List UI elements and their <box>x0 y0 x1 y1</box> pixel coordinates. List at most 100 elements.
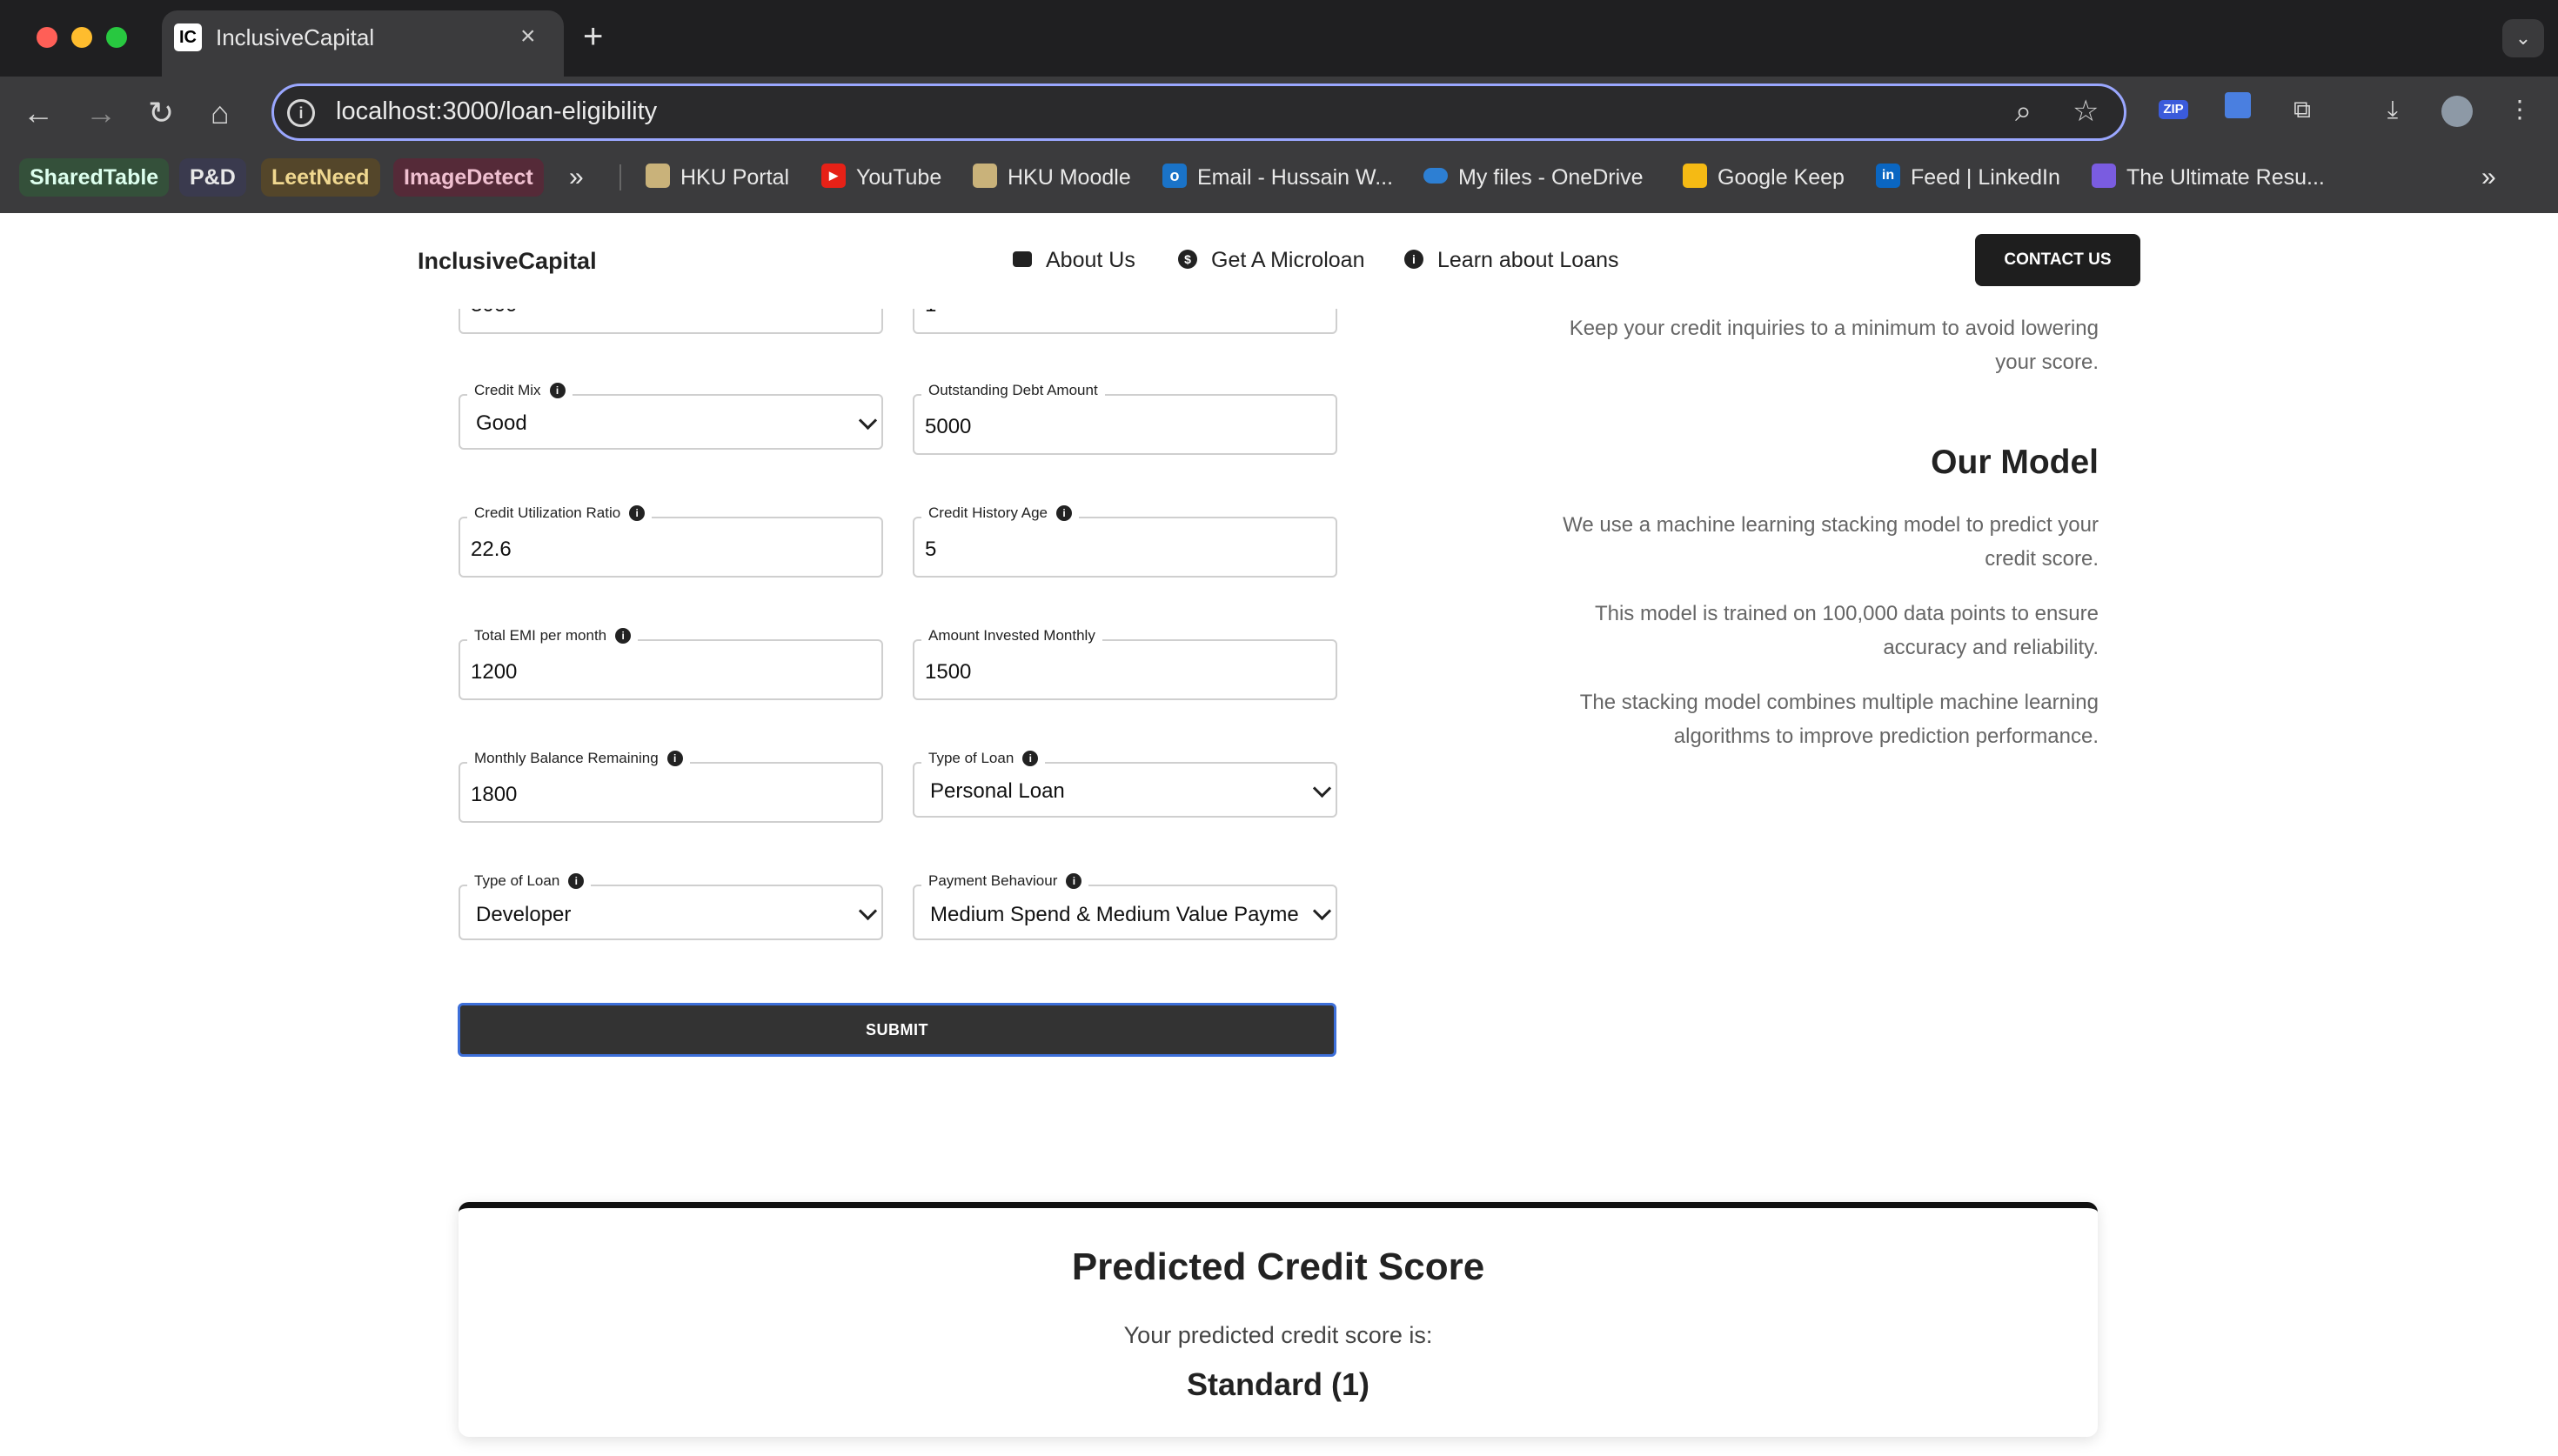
resume-icon <box>2092 164 2116 189</box>
close-window-button[interactable] <box>37 27 57 48</box>
monthly-balance-field[interactable] <box>459 762 883 823</box>
zip-extension-icon[interactable]: ZIP <box>2159 100 2188 119</box>
bookmark-ultimate-resume[interactable]: The Ultimate Resu... <box>2092 158 2325 197</box>
browser-menu-icon[interactable]: ⋮ <box>2502 92 2537 127</box>
tab-favicon-icon: IC <box>174 23 202 51</box>
site-brand[interactable]: InclusiveCapital <box>418 247 597 275</box>
total-emi-label: Total EMI per month i <box>467 627 639 645</box>
bookmark-label: HKU Portal <box>680 165 790 190</box>
nav-about-us[interactable]: About Us <box>1013 245 1135 275</box>
payment-behaviour-value: Medium Spend & Medium Value Paymer <box>930 903 1299 926</box>
result-title: Predicted Credit Score <box>1071 1246 1485 1288</box>
bookmark-label: The Ultimate Resu... <box>2126 165 2325 190</box>
site-info-icon[interactable]: i <box>287 99 315 127</box>
google-keep-icon <box>1683 164 1707 189</box>
model-paragraph: We use a machine learning stacking model… <box>1563 513 2099 571</box>
credit-utilization-label: Credit Utilization Ratio i <box>467 504 653 522</box>
credit-history-age-value: 5 <box>925 538 937 561</box>
outstanding-debt-value: 5000 <box>925 415 972 438</box>
info-icon: i <box>629 504 646 521</box>
bookmark-leetneed[interactable]: LeetNeed <box>261 158 380 197</box>
bookmark-youtube[interactable]: ▶ YouTube <box>821 158 941 197</box>
bookmark-sharedtable[interactable]: SharedTable <box>19 158 170 197</box>
credit-mix-value: Good <box>476 411 527 435</box>
bookmark-hku-portal[interactable]: HKU Portal <box>646 158 789 197</box>
bookmark-label: My files - OneDrive <box>1458 165 1644 190</box>
minimize-window-button[interactable] <box>71 27 92 48</box>
contact-us-button[interactable]: CONTACT US <box>1975 234 2140 286</box>
bookmark-label: Email - Hussain W... <box>1197 165 1394 190</box>
bookmark-divider <box>619 164 621 190</box>
credit-utilization-value: 22.6 <box>471 538 512 561</box>
maximize-window-button[interactable] <box>106 27 127 48</box>
extensions-puzzle-icon[interactable]: ⧉ <box>2285 92 2320 127</box>
back-icon[interactable]: ← <box>23 94 54 132</box>
bookmark-email[interactable]: o Email - Hussain W... <box>1162 158 1393 197</box>
model-paragraph: The stacking model combines multiple mac… <box>1579 691 2099 748</box>
hku-portal-icon <box>646 164 670 189</box>
bookmark-label: HKU Moodle <box>1008 165 1131 190</box>
dollar-icon: $ <box>1178 250 1197 270</box>
credit-history-age-label: Credit History Age i <box>921 504 1079 522</box>
linkedin-icon: in <box>1876 164 1900 189</box>
translate-extension-icon[interactable] <box>2220 92 2255 127</box>
zoom-icon[interactable]: ⌕ <box>2015 94 2032 129</box>
predicted-score-value: Standard (1) <box>1186 1366 1370 1402</box>
forward-icon[interactable]: → <box>85 94 117 132</box>
result-subtitle: Your predicted credit score is: <box>1123 1322 1433 1348</box>
nav-label: About Us <box>1046 248 1135 272</box>
tab-search-icon[interactable]: ⌄ <box>2502 19 2544 57</box>
bookmark-imagedetect[interactable]: ImageDetect <box>393 158 544 197</box>
bookmarks-overflow-right-icon[interactable]: » <box>2481 158 2496 197</box>
info-icon: i <box>568 872 585 889</box>
amount-invested-label: Amount Invested Monthly <box>921 627 1102 645</box>
info-icon: i <box>615 627 632 644</box>
home-icon[interactable]: ⌂ <box>211 94 230 132</box>
total-emi-field[interactable] <box>459 639 883 700</box>
nav-learn-loans[interactable]: i Learn about Loans <box>1404 245 1619 275</box>
outstanding-debt-field[interactable] <box>913 394 1337 455</box>
nav-label: Learn about Loans <box>1437 248 1619 272</box>
briefcase-icon <box>1013 251 1032 268</box>
onedrive-icon <box>1423 168 1448 184</box>
amount-invested-value: 1500 <box>925 660 972 684</box>
info-icon: i <box>549 382 566 398</box>
profile-avatar[interactable] <box>2440 92 2474 127</box>
new-tab-icon[interactable]: + <box>583 17 603 56</box>
bookmark-label: Google Keep <box>1718 165 1845 190</box>
credit-utilization-field[interactable] <box>459 517 883 578</box>
bookmark-hku-moodle[interactable]: HKU Moodle <box>973 158 1131 197</box>
nav-get-microloan[interactable]: $ Get A Microloan <box>1178 245 1364 275</box>
amount-invested-field[interactable] <box>913 639 1337 700</box>
credit-tip-text: Keep your credit inquiries to a minimum … <box>1569 317 2099 374</box>
bookmark-google-keep[interactable]: Google Keep <box>1683 158 1845 197</box>
info-icon: i <box>1022 750 1039 766</box>
credit-mix-label: Credit Mix i <box>467 382 573 399</box>
bookmark-star-icon[interactable]: ☆ <box>2073 94 2099 129</box>
outstanding-debt-label: Outstanding Debt Amount <box>921 382 1105 399</box>
tab-close-icon[interactable]: × <box>520 21 536 52</box>
hku-moodle-icon <box>973 164 997 189</box>
monthly-balance-value: 1800 <box>471 783 518 806</box>
bookmark-label: Feed | LinkedIn <box>1911 165 2060 190</box>
url-text[interactable]: localhost:3000/loan-eligibility <box>336 96 657 127</box>
info-icon: i <box>1056 504 1072 521</box>
bookmarks-overflow-icon[interactable]: » <box>569 158 584 197</box>
bookmark-linkedin[interactable]: in Feed | LinkedIn <box>1876 158 2060 197</box>
youtube-icon: ▶ <box>821 164 846 189</box>
bookmark-onedrive[interactable]: My files - OneDrive <box>1423 158 1644 197</box>
info-icon: i <box>666 750 683 766</box>
outlook-icon: o <box>1162 164 1187 189</box>
payment-behaviour-label: Payment Behaviour i <box>921 872 1089 890</box>
total-emi-value: 1200 <box>471 660 518 684</box>
type-of-loan-2-value: Developer <box>476 903 572 926</box>
reload-icon[interactable]: ↻ <box>148 94 174 132</box>
bookmark-label: YouTube <box>856 165 942 190</box>
info-icon: i <box>1404 250 1423 270</box>
credit-history-age-field[interactable] <box>913 517 1337 578</box>
model-paragraph: This model is trained on 100,000 data po… <box>1594 602 2099 659</box>
download-icon[interactable]: ⤓ <box>2375 92 2410 127</box>
tab-title: InclusiveCapital <box>216 24 375 50</box>
bookmark-pd[interactable]: P&D <box>179 158 246 197</box>
submit-button[interactable]: SUBMIT <box>458 1003 1336 1057</box>
